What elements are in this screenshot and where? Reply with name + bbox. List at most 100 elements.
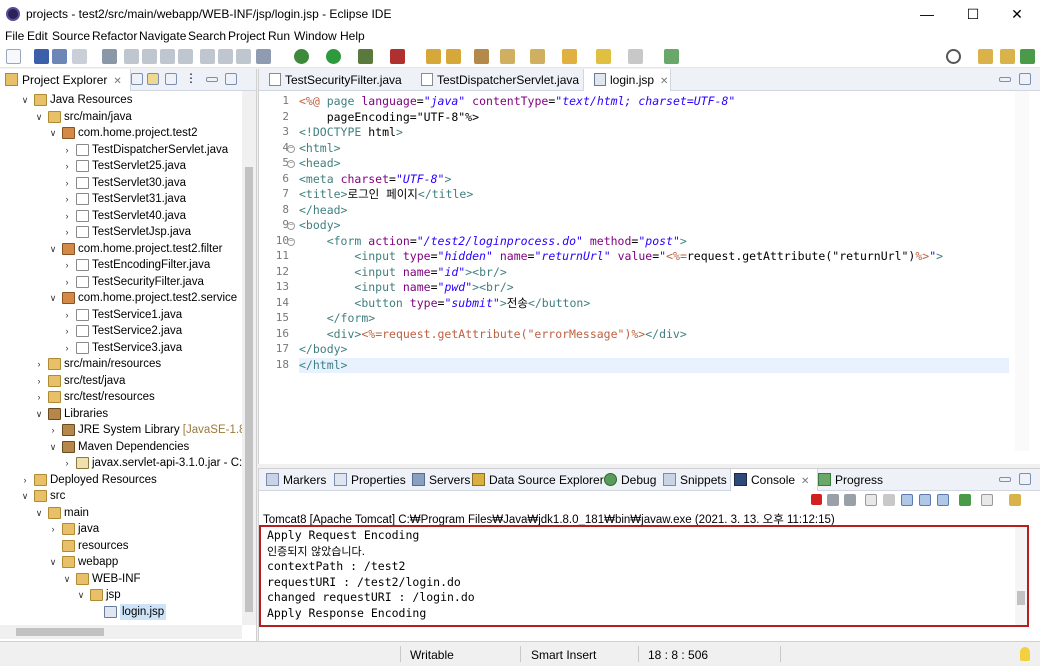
chevron-right-icon[interactable]: › <box>20 472 30 489</box>
tree-item[interactable]: › TestServlet30.java <box>0 175 242 192</box>
word-wrap-icon[interactable] <box>901 494 913 506</box>
minimize-button[interactable]: — <box>904 0 950 28</box>
java-ee-perspective-icon[interactable] <box>1000 49 1015 64</box>
tab-snippets[interactable]: Snippets <box>660 469 727 491</box>
tree-item[interactable]: › TestSecurityFilter.java <box>0 274 242 291</box>
previous-annotation-icon[interactable] <box>530 49 545 64</box>
step-return-icon[interactable] <box>236 49 251 64</box>
forward-icon[interactable] <box>628 49 643 64</box>
chevron-down-icon[interactable]: ∨ <box>48 290 58 307</box>
chevron-right-icon[interactable]: › <box>48 521 58 538</box>
chevron-down-icon[interactable]: ∨ <box>34 109 44 126</box>
chevron-right-icon[interactable]: › <box>62 224 72 241</box>
menu-edit[interactable]: Edit <box>27 29 48 43</box>
tree-item[interactable]: › TestService1.java <box>0 307 242 324</box>
maximize-view-icon[interactable] <box>225 73 237 85</box>
suspend-icon[interactable] <box>142 49 157 64</box>
tree-item[interactable]: › src/test/java <box>0 373 242 390</box>
show-on-stdout-icon[interactable] <box>919 494 931 506</box>
editor-vertical-scrollbar[interactable] <box>1015 91 1029 451</box>
tab-data-source-explorer[interactable]: Data Source Explorer <box>469 469 604 491</box>
debug-perspective-icon[interactable] <box>1020 49 1035 64</box>
tree-item[interactable]: › TestDispatcherServlet.java <box>0 142 242 159</box>
menu-refactor[interactable]: Refactor <box>92 29 137 43</box>
open-perspective-icon[interactable] <box>978 49 993 64</box>
chevron-right-icon[interactable]: › <box>62 455 72 472</box>
chevron-down-icon[interactable]: ∨ <box>76 587 86 604</box>
back-icon[interactable] <box>596 49 611 64</box>
step-into-icon[interactable] <box>200 49 215 64</box>
skip-breakpoints-icon[interactable] <box>102 49 117 64</box>
menu-navigate[interactable]: Navigate <box>139 29 186 43</box>
tree-item[interactable]: › TestServlet40.java <box>0 208 242 225</box>
chevron-right-icon[interactable]: › <box>62 307 72 324</box>
print-icon[interactable] <box>72 49 87 64</box>
fold-toggle-icon[interactable]: − <box>287 237 295 246</box>
notification-bulb-icon[interactable] <box>1020 647 1030 661</box>
tree-item[interactable]: ∨ WEB-INF <box>0 571 242 588</box>
console-vertical-scrollbar[interactable] <box>1015 527 1027 625</box>
tree-item[interactable]: › java <box>0 521 242 538</box>
next-annotation-icon[interactable] <box>500 49 515 64</box>
menu-help[interactable]: Help <box>340 29 365 43</box>
menu-run[interactable]: Run <box>268 29 290 43</box>
menu-file[interactable]: File <box>5 29 24 43</box>
tree-item[interactable]: › javax.servlet-api-3.1.0.jar - C:₩ <box>0 455 253 472</box>
maximize-button[interactable]: ☐ <box>950 0 996 28</box>
tab-properties[interactable]: Properties <box>331 469 406 491</box>
scroll-lock-icon[interactable] <box>883 494 895 506</box>
last-edit-location-icon[interactable] <box>562 49 577 64</box>
display-selected-console-icon[interactable] <box>981 494 993 506</box>
tree-item[interactable]: › TestService2.java <box>0 323 242 340</box>
explorer-scroll-thumb[interactable] <box>245 167 253 612</box>
fold-toggle-icon[interactable]: − <box>287 222 295 230</box>
tree-item[interactable]: ∨ Libraries <box>0 406 242 423</box>
format-icon[interactable] <box>256 49 271 64</box>
chevron-right-icon[interactable]: › <box>62 323 72 340</box>
tree-item[interactable]: ∨ src/main/java <box>0 109 242 126</box>
console-scroll-thumb[interactable] <box>1017 591 1025 605</box>
maximize-panel-icon[interactable] <box>1019 473 1031 485</box>
fold-toggle-icon[interactable]: − <box>287 144 295 153</box>
remove-launch-icon[interactable] <box>827 494 839 506</box>
link-with-editor-icon[interactable] <box>147 73 159 85</box>
coverage-icon[interactable] <box>358 49 373 64</box>
tree-item[interactable]: ∨ webapp <box>0 554 242 571</box>
show-on-stderr-icon[interactable] <box>937 494 949 506</box>
tree-item[interactable]: resources <box>0 538 242 555</box>
run-icon[interactable] <box>326 49 341 64</box>
terminate-icon[interactable] <box>160 49 175 64</box>
tree-item[interactable]: ∨ com.home.project.test2.service <box>0 290 242 307</box>
minimize-editor-icon[interactable] <box>999 77 1011 82</box>
chevron-down-icon[interactable]: ∨ <box>62 571 72 588</box>
save-all-icon[interactable] <box>52 49 67 64</box>
chevron-right-icon[interactable]: › <box>62 208 72 225</box>
tab-testsecurityfilter[interactable]: TestSecurityFilter.java <box>259 69 411 91</box>
minimize-panel-icon[interactable] <box>999 477 1011 482</box>
tab-login-jsp[interactable]: login.jsp ✕ <box>583 69 671 91</box>
minimize-view-icon[interactable] <box>206 77 218 82</box>
tree-item[interactable]: ∨ jsp <box>0 587 242 604</box>
tree-item[interactable]: › src/main/resources <box>0 356 242 373</box>
chevron-down-icon[interactable]: ∨ <box>34 505 44 522</box>
tree-item[interactable]: ∨ com.home.project.test2 <box>0 125 242 142</box>
resume-icon[interactable] <box>124 49 139 64</box>
close-console-icon[interactable]: ✕ <box>801 476 809 487</box>
chevron-right-icon[interactable]: › <box>62 158 72 175</box>
close-button[interactable]: ✕ <box>994 0 1040 28</box>
filter-icon[interactable] <box>165 73 177 85</box>
view-menu-icon[interactable]: ⋮ <box>185 72 197 85</box>
close-tab-icon[interactable]: ✕ <box>660 76 668 87</box>
chevron-right-icon[interactable]: › <box>48 422 58 439</box>
tab-progress[interactable]: Progress <box>815 469 883 491</box>
tree-item[interactable]: › Deployed Resources <box>0 472 242 489</box>
chevron-right-icon[interactable]: › <box>62 191 72 208</box>
open-console-icon[interactable] <box>1009 494 1021 506</box>
chevron-right-icon[interactable]: › <box>34 389 44 406</box>
chevron-down-icon[interactable]: ∨ <box>48 554 58 571</box>
menu-project[interactable]: Project <box>228 29 265 43</box>
disconnect-icon[interactable] <box>178 49 193 64</box>
chevron-down-icon[interactable]: ∨ <box>20 488 30 505</box>
tab-project-explorer[interactable]: Project Explorer ✕ <box>0 69 131 91</box>
tree-item[interactable]: › src/test/resources <box>0 389 242 406</box>
